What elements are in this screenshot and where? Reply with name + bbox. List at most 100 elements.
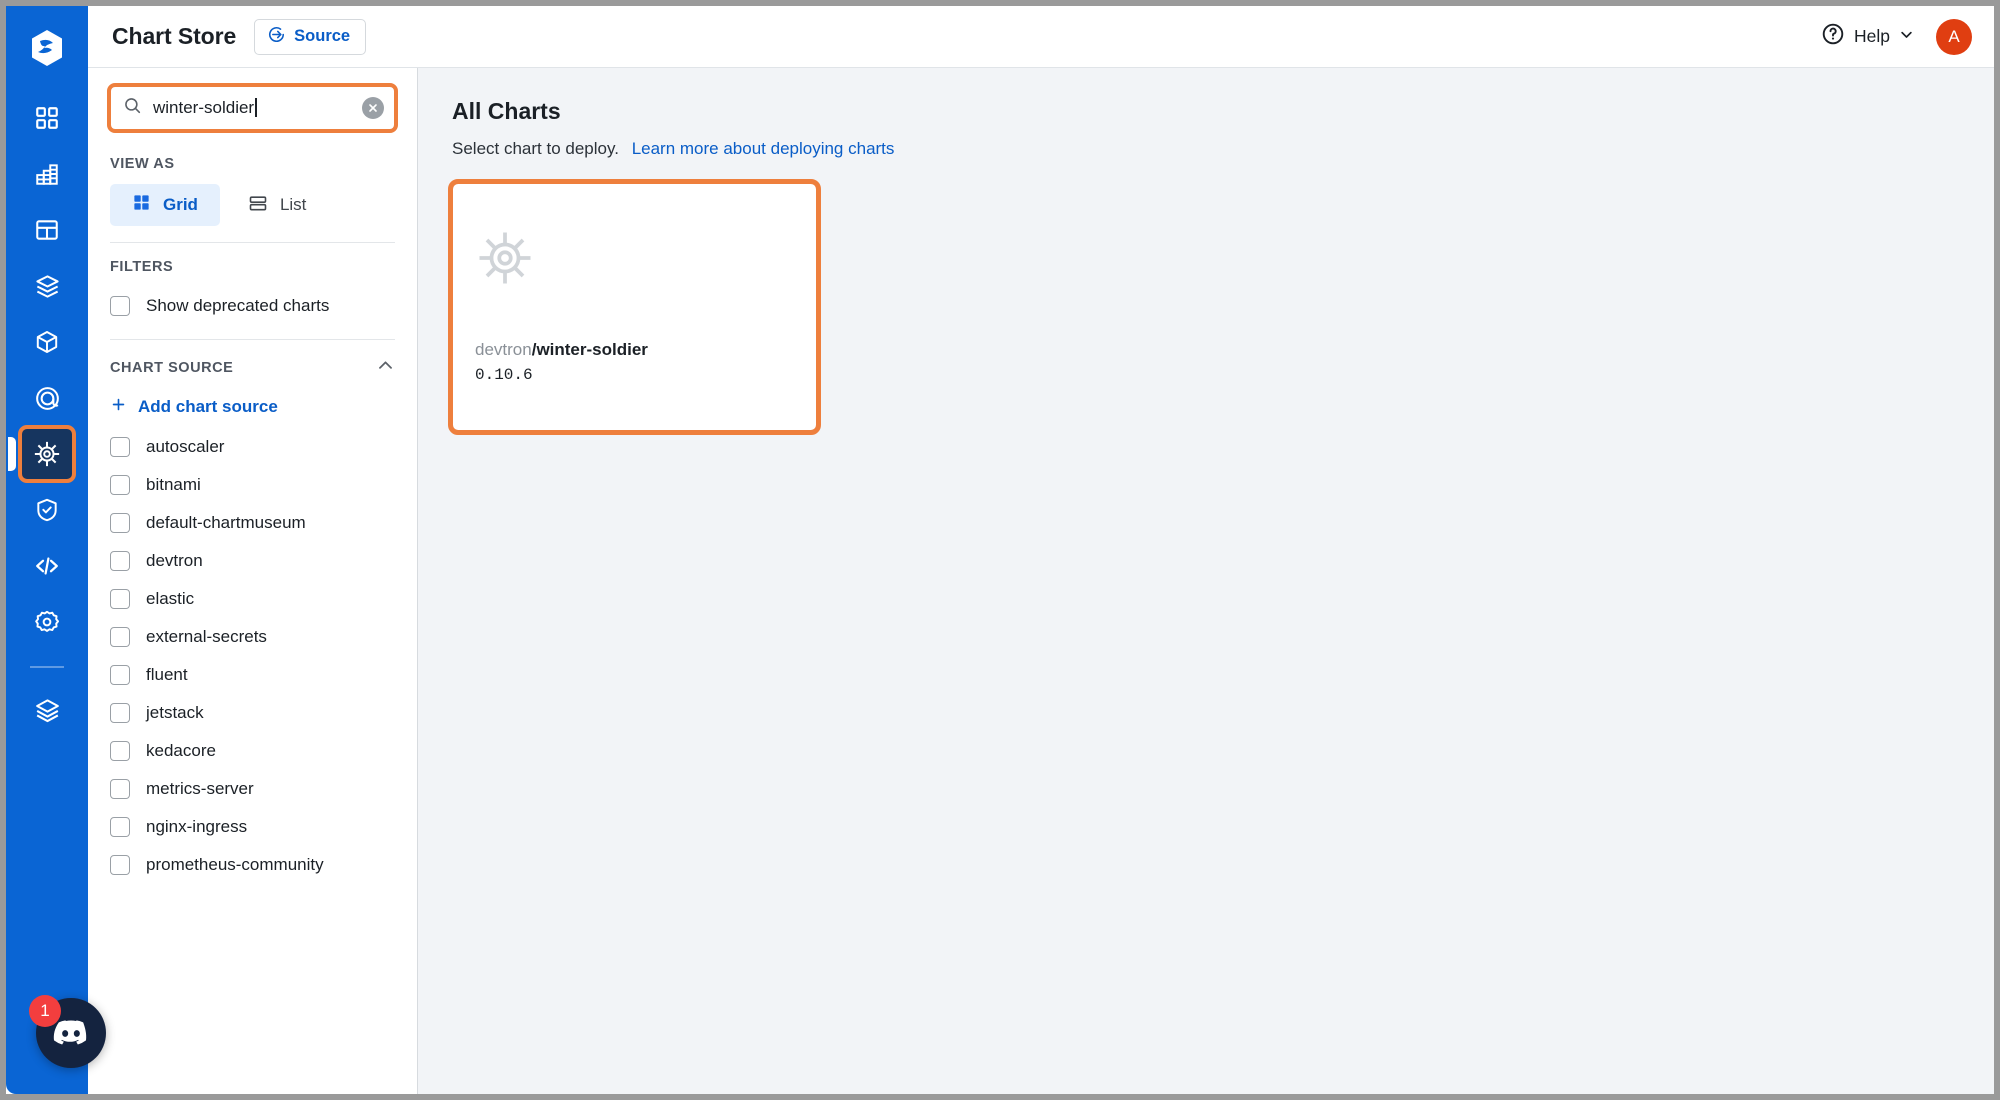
app-window: 1 Chart Store Source Help A winter-soldi… bbox=[6, 6, 1994, 1094]
chart-card-version: 0.10.6 bbox=[475, 366, 533, 384]
list-item[interactable]: default-chartmuseum bbox=[88, 504, 417, 542]
cube-icon bbox=[34, 329, 60, 355]
filter-label: Show deprecated charts bbox=[146, 296, 330, 315]
all-charts-title: All Charts bbox=[452, 98, 561, 124]
avatar[interactable]: A bbox=[1936, 18, 1972, 55]
view-as-grid-label: Grid bbox=[163, 195, 198, 214]
checkbox[interactable] bbox=[110, 741, 130, 761]
layers-icon bbox=[34, 697, 61, 724]
checkbox[interactable] bbox=[110, 703, 130, 723]
left-nav-rail: 1 bbox=[6, 6, 106, 1094]
checkbox[interactable] bbox=[110, 627, 130, 647]
stacked-box-icon bbox=[34, 273, 61, 300]
chart-source-label: CHART SOURCE bbox=[110, 360, 234, 376]
chart-source-name: metrics-server bbox=[146, 779, 254, 798]
filters-label: FILTERS bbox=[110, 259, 174, 275]
chart-source-name: bitnami bbox=[146, 475, 201, 494]
list-item[interactable]: jetstack bbox=[88, 694, 417, 732]
sidebar-item-chart-store[interactable] bbox=[8, 425, 76, 483]
target-at-icon bbox=[34, 385, 61, 412]
checkbox[interactable] bbox=[110, 855, 130, 875]
all-charts-subtitle: Select chart to deploy. Learn more about… bbox=[452, 139, 1960, 159]
shield-check-icon bbox=[34, 497, 60, 523]
list-item[interactable]: devtron bbox=[88, 542, 417, 580]
checkbox[interactable] bbox=[110, 665, 130, 685]
chevron-up-icon[interactable] bbox=[376, 356, 395, 380]
list-item[interactable]: kedacore bbox=[88, 732, 417, 770]
discord-button[interactable]: 1 bbox=[29, 995, 106, 1068]
view-as-grid-button[interactable]: Grid bbox=[110, 184, 220, 226]
list-item[interactable]: external-secrets bbox=[88, 618, 417, 656]
chart-card-title: winter-soldier bbox=[536, 340, 648, 359]
source-button[interactable]: Source bbox=[254, 18, 367, 55]
chart-source-name: nginx-ingress bbox=[146, 817, 248, 836]
checkbox[interactable] bbox=[110, 475, 130, 495]
help-button[interactable]: Help bbox=[1821, 22, 1914, 51]
view-as-list-label: List bbox=[279, 195, 307, 214]
grid-icon bbox=[132, 193, 151, 217]
sidebar-item-applications[interactable] bbox=[21, 92, 73, 144]
list-item[interactable]: bitnami bbox=[88, 466, 417, 504]
search-value: winter-soldier bbox=[153, 98, 362, 118]
checkbox[interactable] bbox=[110, 779, 130, 799]
list-item[interactable]: elastic bbox=[88, 580, 417, 618]
sidebar-item-software-distribution[interactable] bbox=[21, 372, 73, 424]
question-circle-icon bbox=[1821, 22, 1845, 51]
chart-source-name: jetstack bbox=[146, 703, 204, 722]
arrow-into-circle-icon bbox=[267, 25, 286, 49]
checkbox[interactable] bbox=[110, 513, 130, 533]
view-as-toggle: Grid List bbox=[88, 184, 417, 242]
checkbox[interactable] bbox=[110, 437, 130, 457]
list-item[interactable]: metrics-server bbox=[88, 770, 417, 808]
sidebar-item-bulk-edit[interactable] bbox=[21, 540, 73, 592]
checkbox[interactable] bbox=[110, 296, 130, 316]
chart-card[interactable]: devtron/winter-soldier 0.10.6 bbox=[448, 179, 821, 435]
sidebar-item-security[interactable] bbox=[21, 484, 73, 536]
chart-source-name: fluent bbox=[146, 665, 188, 684]
add-chart-source-label: Add chart source bbox=[138, 397, 278, 416]
search-icon bbox=[123, 96, 142, 120]
list-item[interactable]: fluent bbox=[88, 656, 417, 694]
chart-source-name: kedacore bbox=[146, 741, 216, 760]
chart-card-org: devtron bbox=[475, 340, 532, 359]
code-brackets-icon bbox=[33, 552, 61, 580]
grid-apps-icon bbox=[34, 105, 60, 131]
app-header: Chart Store Source Help A bbox=[88, 6, 1994, 68]
view-as-list-button[interactable]: List bbox=[226, 184, 328, 226]
chart-source-name: external-secrets bbox=[146, 627, 267, 646]
main-column: Chart Store Source Help A winter-soldier… bbox=[88, 6, 1994, 1094]
chart-source-name: autoscaler bbox=[146, 437, 225, 456]
gear-icon bbox=[34, 609, 60, 635]
checkbox[interactable] bbox=[110, 551, 130, 571]
list-icon bbox=[248, 193, 268, 218]
devtron-logo-icon[interactable] bbox=[25, 26, 69, 70]
sidebar-item-global-configurations[interactable] bbox=[21, 596, 73, 648]
bar-chart-grid-icon bbox=[34, 161, 60, 187]
sidebar-item-stack-manager[interactable] bbox=[21, 684, 73, 736]
sidebar-item-application-groups[interactable] bbox=[21, 204, 73, 256]
helm-wheel-icon bbox=[33, 440, 61, 468]
filter-show-deprecated[interactable]: Show deprecated charts bbox=[88, 287, 417, 325]
checkbox[interactable] bbox=[110, 817, 130, 837]
checkbox[interactable] bbox=[110, 589, 130, 609]
helm-wheel-icon bbox=[475, 228, 794, 293]
discord-badge: 1 bbox=[29, 995, 61, 1027]
chart-source-header[interactable]: CHART SOURCE bbox=[88, 340, 417, 390]
sidebar-item-clusters[interactable] bbox=[21, 316, 73, 368]
list-item[interactable]: nginx-ingress bbox=[88, 808, 417, 846]
help-label: Help bbox=[1854, 26, 1890, 46]
list-item[interactable]: prometheus-community bbox=[88, 846, 417, 884]
charts-content: All Charts Select chart to deploy. Learn… bbox=[418, 68, 1994, 1094]
list-item[interactable]: autoscaler bbox=[88, 428, 417, 466]
view-as-label: VIEW AS bbox=[110, 156, 175, 172]
chart-source-list: autoscaler bitnami default-chartmuseum d… bbox=[88, 428, 417, 884]
search-input[interactable]: winter-soldier bbox=[107, 83, 398, 133]
subtitle-text: Select chart to deploy. bbox=[452, 139, 619, 158]
sidebar-item-resource-browser[interactable] bbox=[21, 260, 73, 312]
clear-circle-icon[interactable] bbox=[362, 97, 384, 119]
chart-card-name: devtron/winter-soldier bbox=[475, 340, 794, 366]
plus-icon bbox=[110, 396, 127, 418]
sidebar-item-jobs[interactable] bbox=[21, 148, 73, 200]
learn-more-link[interactable]: Learn more about deploying charts bbox=[632, 139, 895, 158]
add-chart-source-button[interactable]: Add chart source bbox=[88, 390, 417, 428]
